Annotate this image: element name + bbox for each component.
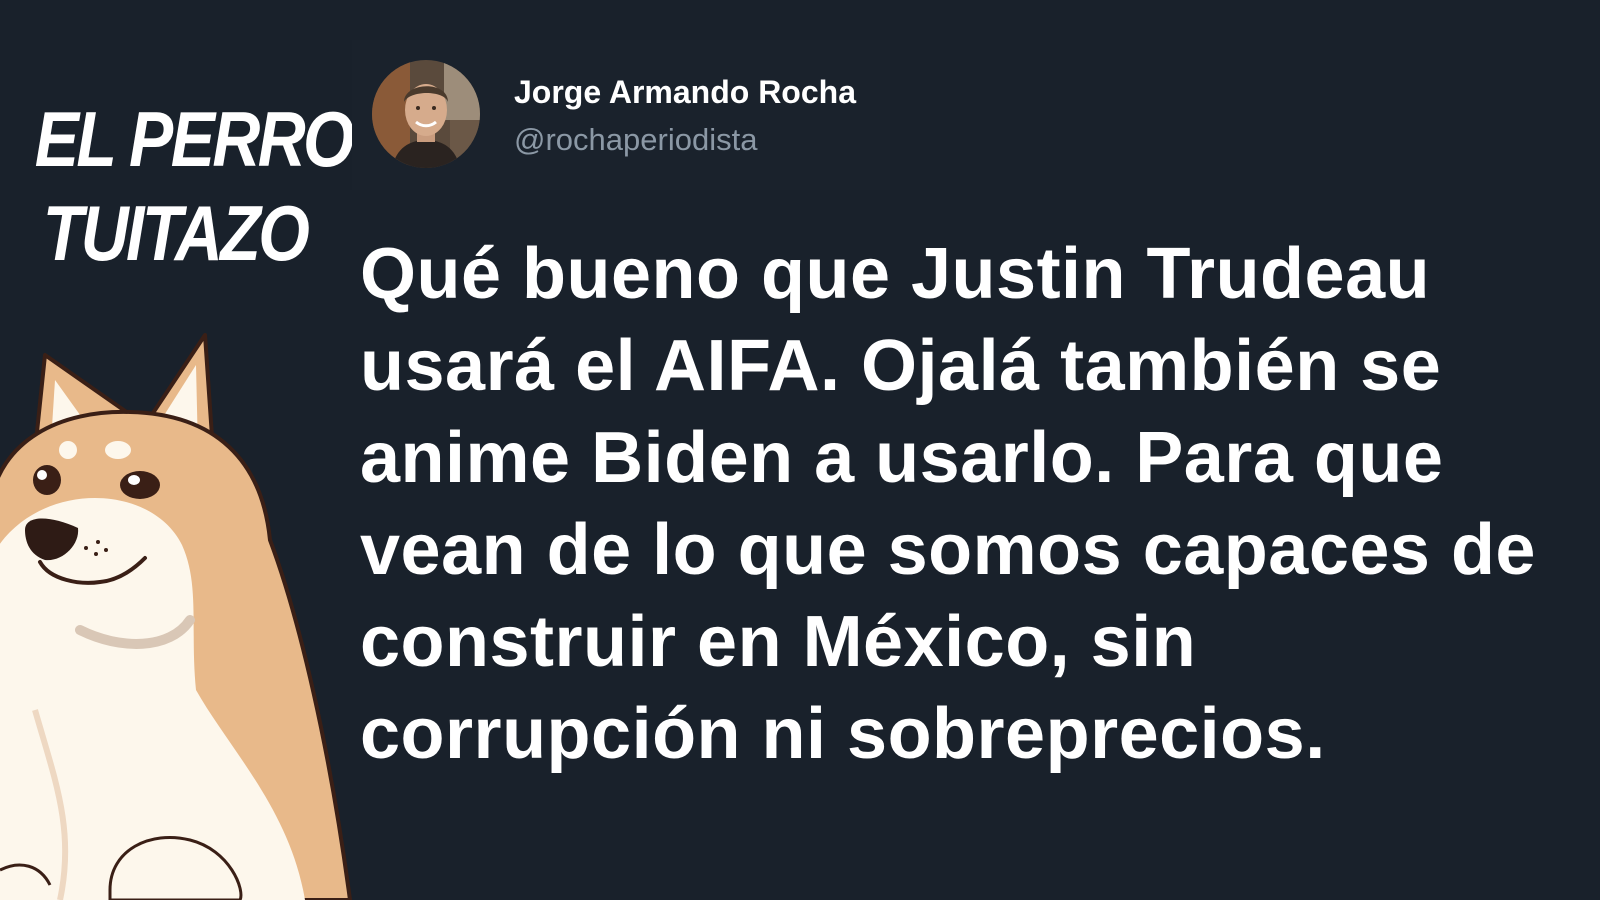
tweet-text: Qué bueno que Justin Trudeau usará el AI… bbox=[360, 234, 1536, 774]
shiba-inu-dog-icon bbox=[0, 333, 353, 900]
author-avatar[interactable] bbox=[372, 60, 480, 168]
brand-title-line-2: TUITAZO bbox=[42, 189, 310, 277]
tweet-header: Jorge Armando Rocha @rochaperiodista bbox=[352, 40, 890, 190]
profile-photo-icon bbox=[372, 60, 480, 168]
author-handle[interactable]: @rochaperiodista bbox=[514, 122, 757, 158]
brand-logo: EL PERRO TUITAZO bbox=[10, 92, 355, 280]
brand-title-line-1: EL PERRO bbox=[34, 95, 355, 183]
author-name[interactable]: Jorge Armando Rocha bbox=[514, 74, 856, 111]
